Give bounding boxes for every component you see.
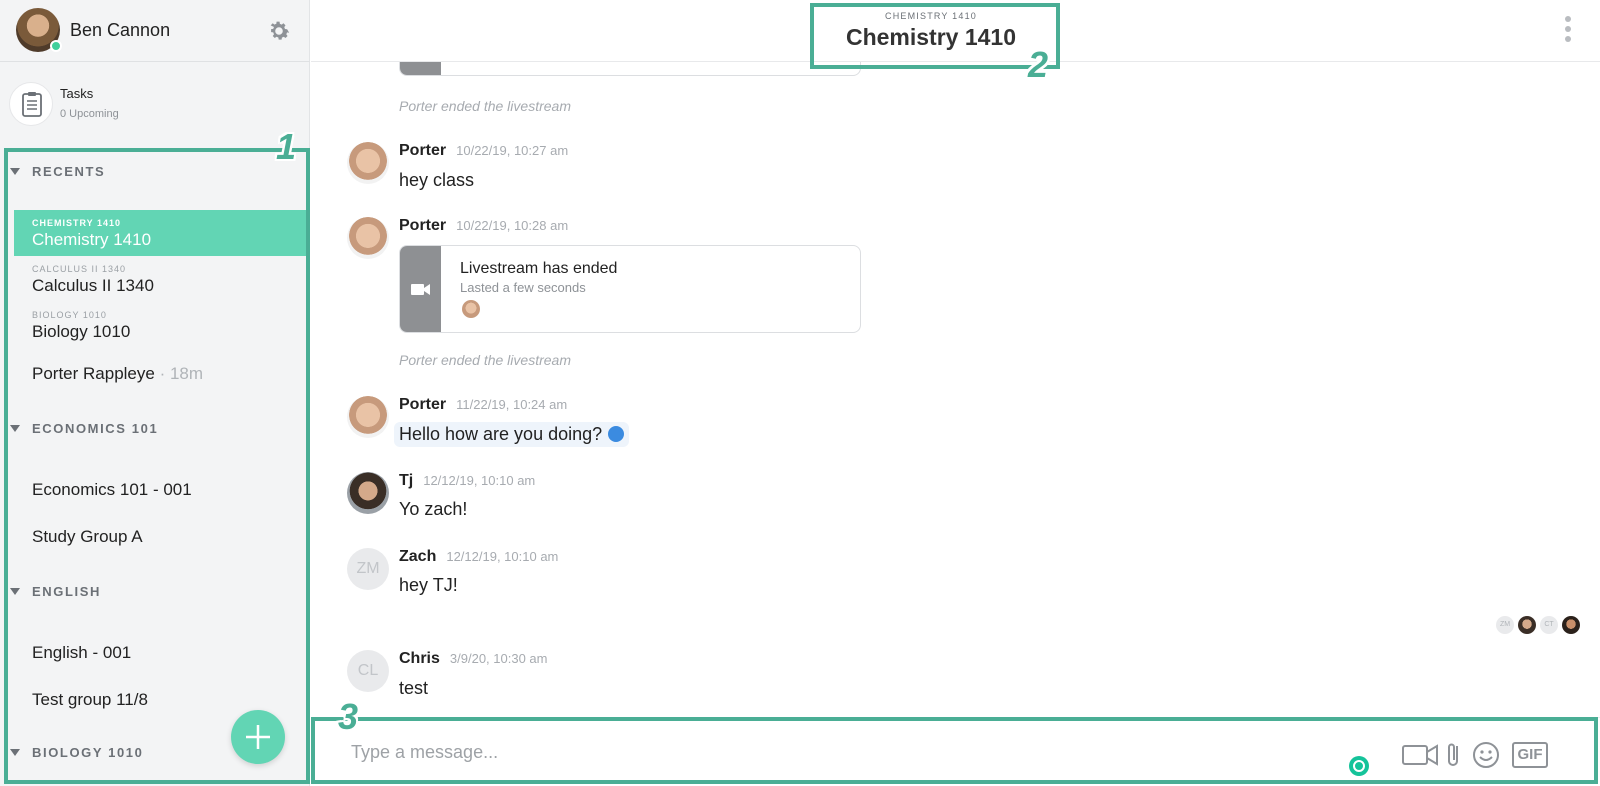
channel-name: Biology 1010 [32,322,131,341]
reader-avatar [1518,616,1536,634]
reader-avatar [1562,616,1580,634]
header-title[interactable]: Chemistry 1410 [311,24,1551,51]
channel-subtitle: CHEMISTRY 1410 [32,218,122,228]
caret-down-icon [10,749,20,756]
avatar[interactable] [347,217,389,259]
livestream-card[interactable]: Livestream has ended Lasted a few second… [399,245,861,333]
translated-message[interactable]: Hello how are you doing? [394,422,630,447]
caret-down-icon [10,588,20,595]
message-header: Porter 11/22/19, 10:24 am [399,396,567,414]
avatar[interactable]: ZM [347,548,389,590]
avatar[interactable] [347,472,389,514]
annotation-label-2: 2 [1028,44,1049,85]
video-camera-icon [411,284,430,295]
section-economics-101[interactable]: ECONOMICS 101 [10,421,158,436]
livestream-card-previous[interactable] [399,62,861,76]
message-text: hey TJ! [399,575,458,595]
message-text: Yo zach! [399,499,468,519]
avatar[interactable] [347,396,389,438]
channel-name: Calculus II 1340 [32,276,154,295]
message-composer: GIF [311,717,1600,786]
reader-avatar: ZM [1496,616,1514,634]
card-title: Livestream has ended [460,260,618,277]
channel-subtitle: BIOLOGY 1010 [32,310,107,320]
more-options-icon[interactable] [1564,16,1572,46]
dm-porter-rappleye[interactable]: Porter Rappleye · 18m [32,364,203,384]
message-text: test [399,678,429,698]
timestamp: 11/22/19, 10:24 am [456,397,568,412]
add-button[interactable] [231,710,285,764]
timestamp: 3/9/20, 10:30 am [449,651,548,666]
avatar[interactable] [347,142,389,184]
sender-name[interactable]: Porter [399,217,446,234]
emoji-icon[interactable] [1471,740,1501,770]
online-status-dot [50,40,62,52]
caret-down-icon [10,425,20,432]
system-message: Porter ended the livestream [399,98,571,114]
gear-icon[interactable] [266,18,292,44]
card-side [400,246,441,332]
user-name: Ben Cannon [70,20,171,40]
dm-time: · 18m [159,364,204,383]
plus-icon [246,725,270,749]
caret-down-icon [10,168,20,175]
gif-button[interactable]: GIF [1512,742,1548,768]
conversation-header: CHEMISTRY 1410 Chemistry 1410 [311,0,1600,62]
channel-economics-101-001[interactable]: Economics 101 - 001 [32,480,192,500]
tasks-subtitle: 0 Upcoming [60,108,119,120]
profile-header: Ben Cannon [0,0,310,62]
channel-english-001[interactable]: English - 001 [32,643,131,663]
message-header: Zach 12/12/19, 10:10 am [399,548,558,566]
section-biology-1010[interactable]: BIOLOGY 1010 [10,745,143,760]
tasks-title: Tasks [60,86,94,101]
dm-name: Porter Rappleye [32,364,155,383]
sidebar: Ben Cannon Tasks 0 Upcoming RECENTS CHEM… [0,0,310,786]
channel-calculus-ii-1340[interactable]: CALCULUS II 1340 Calculus II 1340 [14,256,310,302]
channel-study-group-a[interactable]: Study Group A [32,527,143,547]
card-subtitle: Lasted a few seconds [460,280,586,295]
timestamp: 10/22/19, 10:28 am [456,218,569,233]
sender-name[interactable]: Zach [399,548,436,565]
message-text: hey class [399,170,475,190]
channel-chemistry-1410[interactable]: CHEMISTRY 1410 Chemistry 1410 [14,210,310,256]
clipboard-icon [9,82,53,126]
participant-avatar [462,300,480,318]
message-header: Porter 10/22/19, 10:28 am [399,217,568,235]
channel-biology-1010[interactable]: BIOLOGY 1010 Biology 1010 [14,302,310,348]
annotation-label-1: 1 [276,126,297,167]
timestamp: 10/22/19, 10:27 am [456,143,569,158]
video-camera-icon[interactable] [1401,740,1441,768]
message-header: Tj 12/12/19, 10:10 am [399,472,535,490]
message-header: Porter 10/22/19, 10:27 am [399,142,568,160]
paperclip-icon[interactable] [1444,740,1464,770]
timestamp: 12/12/19, 10:10 am [446,549,559,564]
channel-name: Chemistry 1410 [32,230,152,249]
message-header: Chris 3/9/20, 10:30 am [399,650,547,668]
tasks-entry[interactable]: Tasks 0 Upcoming [0,72,310,136]
system-message: Porter ended the livestream [399,352,571,368]
message-input[interactable] [351,732,1301,772]
message-text: Hello how are you doing? [399,424,603,444]
message-feed[interactable]: Porter ended the livestream Porter 10/22/… [311,62,1600,717]
grammarly-icon[interactable] [1349,756,1369,776]
avatar[interactable]: CL [347,650,389,692]
channel-test-group[interactable]: Test group 11/8 [32,690,148,710]
sender-name[interactable]: Porter [399,142,446,159]
header-subtitle: CHEMISTRY 1410 [885,11,977,21]
sender-name[interactable]: Chris [399,650,440,667]
channel-subtitle: CALCULUS II 1340 [32,264,127,274]
globe-icon[interactable] [608,426,625,442]
sender-name[interactable]: Porter [399,396,446,413]
sender-name[interactable]: Tj [399,472,413,489]
reader-avatar: CT [1540,616,1558,634]
section-recents[interactable]: RECENTS [10,164,105,179]
annotation-label-3: 3 [338,696,359,737]
section-english[interactable]: ENGLISH [10,584,101,599]
timestamp: 12/12/19, 10:10 am [423,473,536,488]
